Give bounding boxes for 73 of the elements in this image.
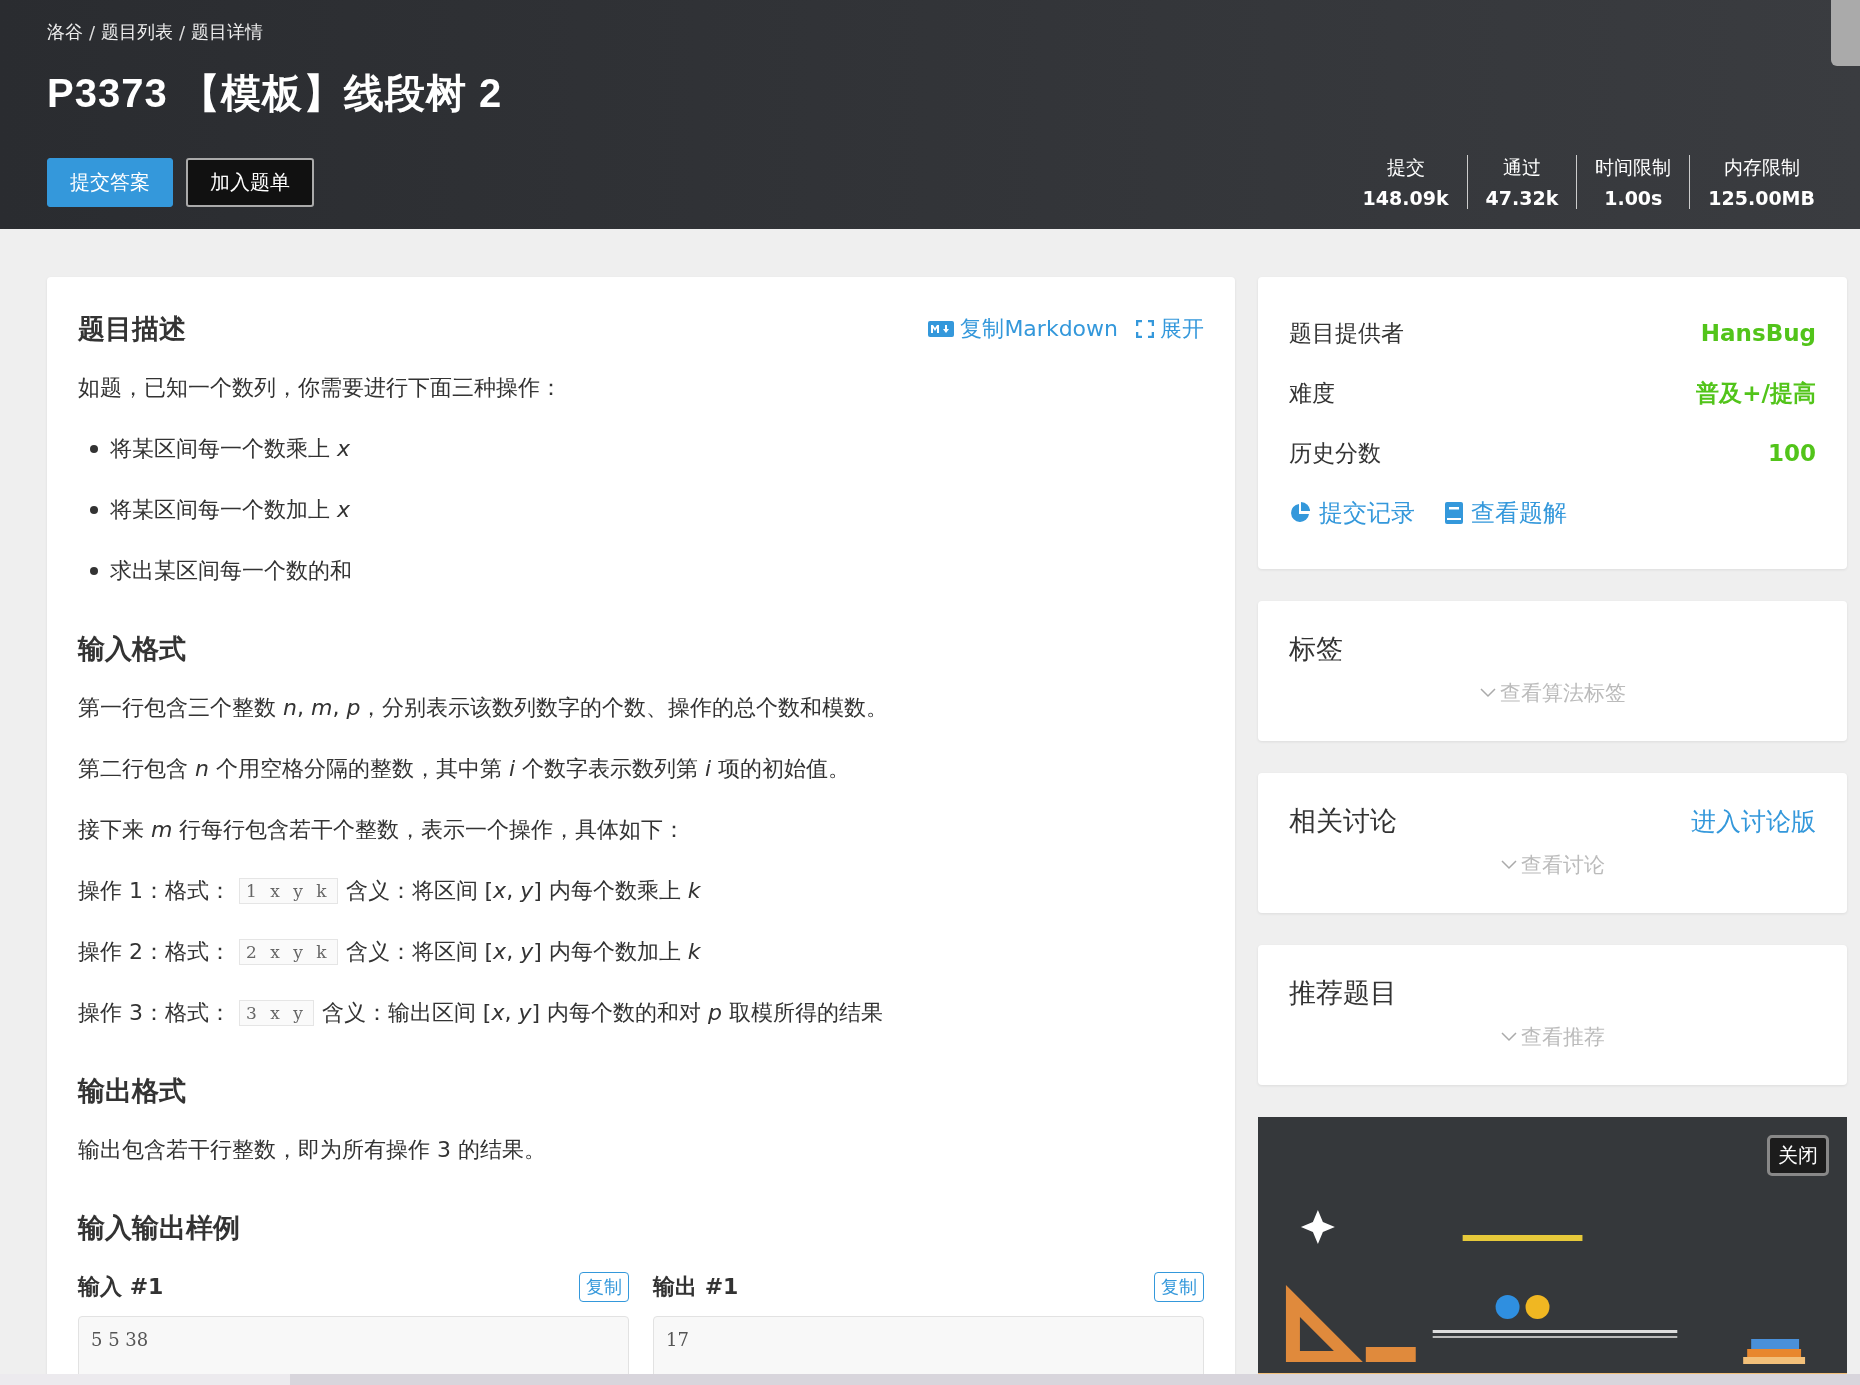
copy-button[interactable]: 复制	[1154, 1272, 1204, 1302]
stat-value: 125.00MB	[1708, 187, 1815, 209]
sample-label: 输出 #1	[653, 1273, 739, 1301]
section-heading: 输入输出样例	[78, 1211, 241, 1245]
inline-code: 2 x y k	[239, 938, 338, 965]
submit-button[interactable]: 提交答案	[47, 157, 173, 207]
info-label: 题目提供者	[1289, 318, 1404, 348]
paragraph-text: 操作 3：格式：	[78, 999, 231, 1027]
stat-label: 提交	[1386, 155, 1425, 180]
panel-title: 相关讨论	[1289, 804, 1397, 838]
stat-label: 内存限制	[1723, 155, 1800, 180]
copy-button[interactable]: 复制	[579, 1272, 629, 1302]
scrollbar-thumb[interactable]	[1831, 0, 1860, 66]
stat-value: 148.09k	[1362, 187, 1449, 209]
bullet-icon	[90, 505, 98, 514]
paragraph: 第二行包含 n 个用空格分隔的整数，其中第 i 个数字表示数列第 i 项的初始值。	[78, 755, 852, 783]
inline-code: 3 x y	[239, 999, 314, 1026]
paragraph-text: 操作 1：格式：	[78, 877, 231, 905]
list-item-text: 将某区间每一个数加上 x	[110, 496, 351, 524]
expand-toggle[interactable]: 查看推荐	[1500, 1023, 1605, 1051]
expand-toggle[interactable]: 查看算法标签	[1479, 679, 1626, 707]
info-label: 难度	[1289, 378, 1335, 408]
sample-label: 输入 #1	[78, 1273, 164, 1301]
expand-link[interactable]: 展开	[1136, 314, 1204, 344]
paragraph-text: 含义：将区间 [x, y] 内每个数加上 k	[345, 938, 701, 966]
paragraph: 输出包含若干行整数，即为所有操作 3 的结果。	[78, 1136, 547, 1164]
paragraph-text: 含义：将区间 [x, y] 内每个数乘上 k	[345, 877, 701, 905]
section-heading: 输入格式	[78, 632, 187, 666]
chevron-down-icon	[1500, 1032, 1517, 1042]
expand-toggle[interactable]: 查看讨论	[1500, 851, 1605, 879]
info-value: 100	[1768, 440, 1816, 466]
bullet-icon	[90, 444, 98, 453]
paragraph-text: 含义：输出区间 [x, y] 内每个数的和对 p 取模所得的结果	[321, 999, 883, 1027]
breadcrumb-link[interactable]: 题目详情	[191, 20, 264, 44]
info-label: 历史分数	[1289, 438, 1381, 468]
chevron-down-icon	[1479, 688, 1496, 698]
stat-value: 1.00s	[1604, 187, 1663, 209]
forum-link[interactable]: 进入讨论版	[1691, 804, 1816, 838]
sample-text: 5 5 38	[91, 1329, 150, 1350]
paragraph: 如题，已知一个数列，你需要进行下面三种操作：	[78, 374, 563, 402]
list-item-text: 将某区间每一个数乘上 x	[110, 435, 351, 463]
sample-text: 17	[666, 1329, 690, 1350]
bullet-icon	[90, 566, 98, 575]
pie-chart-icon	[1289, 502, 1311, 524]
section-heading: 题目描述	[78, 312, 186, 346]
book-icon	[1445, 502, 1463, 524]
markdown-icon	[928, 321, 955, 337]
breadcrumb-link[interactable]: 洛谷	[47, 20, 83, 44]
panel-title: 标签	[1289, 632, 1343, 666]
breadcrumb-link[interactable]: 题目列表	[101, 20, 174, 44]
stat-value: 47.32k	[1485, 187, 1559, 209]
breadcrumb-separator: /	[89, 21, 96, 43]
paragraph: 第一行包含三个整数 n, m, p，分别表示该数列数字的个数、操作的总个数和模数。	[78, 694, 890, 722]
copy-markdown-link[interactable]: 复制Markdown	[928, 314, 1118, 344]
submission-records-link[interactable]: 提交记录	[1289, 497, 1415, 529]
section-heading: 输出格式	[78, 1074, 187, 1108]
expand-icon	[1136, 320, 1154, 338]
add-to-list-button[interactable]: 加入题单	[186, 157, 314, 207]
close-button[interactable]: 关闭	[1767, 1135, 1829, 1176]
problem-title: P3373 【模板】线段树 2	[47, 70, 504, 117]
inline-code: 1 x y k	[239, 877, 338, 904]
chevron-down-icon	[1500, 860, 1517, 870]
stat-label: 通过	[1502, 155, 1541, 180]
info-value: HansBug	[1700, 320, 1816, 346]
paragraph-text: 操作 2：格式：	[78, 938, 231, 966]
paragraph: 接下来 m 行每行包含若干个整数，表示一个操作，具体如下：	[78, 816, 687, 844]
info-value: 普及+/提高	[1696, 378, 1816, 408]
solutions-link[interactable]: 查看题解	[1445, 497, 1567, 529]
scrollbar-thumb[interactable]	[0, 1374, 290, 1385]
panel-title: 推荐题目	[1289, 976, 1397, 1010]
stat-label: 时间限制	[1595, 155, 1672, 180]
breadcrumb-separator: /	[179, 21, 186, 43]
list-item-text: 求出某区间每一个数的和	[110, 557, 352, 585]
